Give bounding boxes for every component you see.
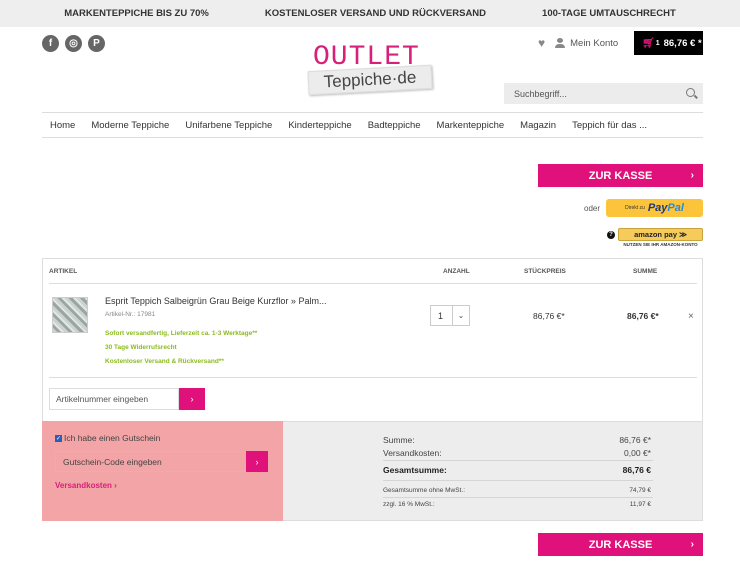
account-link[interactable]: Mein Konto xyxy=(555,38,618,49)
net-total-value: 74,79 € xyxy=(629,487,651,494)
search-placeholder: Suchbegriff... xyxy=(514,88,567,99)
chevron-down-icon: ⌄ xyxy=(452,306,469,325)
nav-home[interactable]: Home xyxy=(42,120,83,131)
product-name[interactable]: Esprit Teppich Salbeigrün Grau Beige Kur… xyxy=(105,296,326,306)
payment-oder: oder xyxy=(584,204,601,213)
article-number-input[interactable]: Artikelnummer eingeben xyxy=(49,388,179,410)
cart-table: ARTIKEL ANZAHL STÜCKPREIS SUMME Esprit T… xyxy=(42,258,703,422)
checkout-label: ZUR KASSE xyxy=(588,538,653,551)
nav-magazin[interactable]: Magazin xyxy=(512,120,564,131)
checkout-button-bottom[interactable]: ZUR KASSE › xyxy=(538,533,703,556)
user-icon xyxy=(555,38,566,48)
coupon-input[interactable]: Gutschein-Code eingeben xyxy=(55,451,247,472)
paypal-button[interactable]: Direkt zu Pay Pal xyxy=(606,199,703,217)
site-logo[interactable]: OUTLET Teppiche·de xyxy=(305,42,435,100)
total-label: Summe: xyxy=(383,435,415,445)
coupon-checkbox-label: Ich habe einen Gutschein xyxy=(64,433,161,443)
totals-section: Summe: 86,76 €* Versandkosten: 0,00 €* G… xyxy=(283,421,703,521)
nav-teppich-fuer-das[interactable]: Teppich für das ... xyxy=(564,120,655,131)
amazon-pay-subtitle: NUTZEN SIE IHR AMAZON-KONTO xyxy=(623,242,698,247)
paypal-pay: Pay xyxy=(647,202,668,214)
nav-unifarbene-teppiche[interactable]: Unifarbene Teppiche xyxy=(177,120,280,131)
shipping-value: 0,00 €* xyxy=(624,448,651,458)
paypal-small-text: Direkt zu xyxy=(625,205,645,211)
chevron-right-icon: › xyxy=(690,539,694,550)
nav-kinderteppiche[interactable]: Kinderteppiche xyxy=(280,120,359,131)
usp-free-shipping: KOSTENLOSER VERSAND UND RÜCKVERSAND xyxy=(264,8,487,19)
paypal-pal: Pal xyxy=(667,202,684,214)
chevron-right-icon: › xyxy=(690,170,694,181)
cart-icon: 🛒︎ xyxy=(642,37,655,49)
checkout-label: ZUR KASSE xyxy=(588,169,653,182)
remove-icon[interactable]: × xyxy=(688,311,694,322)
checkbox-icon: ✓ xyxy=(55,434,62,442)
header-article: ARTIKEL xyxy=(49,268,78,275)
cart-count: 1 xyxy=(655,39,660,47)
chevron-right-icon: › xyxy=(190,394,194,404)
account-area: ♥ Mein Konto xyxy=(538,36,618,50)
vat-label: zzgl. 16 % MwSt.: xyxy=(383,501,435,508)
grand-total-value: 86,76 € xyxy=(622,465,651,475)
coupon-section: ✓ Ich habe einen Gutschein Gutschein-Cod… xyxy=(42,421,283,521)
grand-total-label: Gesamtsumme: xyxy=(383,465,447,475)
header-unit-price: STÜCKPREIS xyxy=(524,268,566,275)
amazon-pay-button[interactable]: amazon pay ≫ xyxy=(618,228,703,241)
vat-value: 11,97 € xyxy=(629,501,651,508)
cart-button[interactable]: 🛒︎ 1 86,76 € * xyxy=(634,31,703,55)
delivery-note: Sofort versandfertig, Lieferzeit ca. 1-3… xyxy=(105,330,258,337)
account-label: Mein Konto xyxy=(570,37,619,49)
divider xyxy=(383,480,653,481)
search-input[interactable]: Suchbegriff... xyxy=(504,83,703,104)
divider xyxy=(383,497,653,498)
net-total-label: Gesamtsumme ohne MwSt.: xyxy=(383,487,465,494)
shipping-label: Versandkosten: xyxy=(383,448,442,458)
coupon-placeholder: Gutschein-Code eingeben xyxy=(63,456,162,467)
unit-price: 86,76 €* xyxy=(533,311,565,321)
nav-badteppiche[interactable]: Badteppiche xyxy=(360,120,429,131)
header-qty: ANZAHL xyxy=(443,268,470,275)
cart-total: 86,76 € * xyxy=(663,37,702,49)
usp-bar: MARKENTEPPICHE BIS ZU 70% KOSTENLOSER VE… xyxy=(0,0,740,27)
instagram-icon[interactable]: ◎ xyxy=(65,35,82,52)
line-sum: 86,76 €* xyxy=(627,311,659,321)
coupon-submit-button[interactable]: › xyxy=(246,451,268,472)
divider xyxy=(49,377,697,378)
divider xyxy=(383,460,653,461)
header-sum: SUMME xyxy=(633,268,658,275)
main-nav: Home Moderne Teppiche Unifarbene Teppich… xyxy=(42,112,703,138)
shipping-costs-link[interactable]: Versandkosten › xyxy=(55,481,117,490)
product-image[interactable] xyxy=(52,297,88,333)
coupon-checkbox[interactable]: ✓ Ich habe einen Gutschein xyxy=(55,433,160,443)
question-icon[interactable]: ? xyxy=(607,231,615,239)
nav-moderne-teppiche[interactable]: Moderne Teppiche xyxy=(83,120,177,131)
quantity-select[interactable]: 1 ⌄ xyxy=(430,305,470,326)
product-number: Artikel-Nr.: 17981 xyxy=(105,311,156,318)
social-links: f ◎ P xyxy=(42,35,105,52)
article-add-button[interactable]: › xyxy=(179,388,205,410)
return-note: 30 Tage Widerrufsrecht xyxy=(105,344,177,351)
facebook-icon[interactable]: f xyxy=(42,35,59,52)
total-value: 86,76 €* xyxy=(619,435,651,445)
usp-discount: MARKENTEPPICHE BIS ZU 70% xyxy=(64,8,209,19)
checkout-button-top[interactable]: ZUR KASSE › xyxy=(538,164,703,187)
chevron-right-icon: › xyxy=(255,456,259,467)
article-number-placeholder: Artikelnummer eingeben xyxy=(56,394,149,404)
search-icon[interactable] xyxy=(686,88,695,97)
quantity-value: 1 xyxy=(438,310,444,321)
nav-markenteppiche[interactable]: Markenteppiche xyxy=(429,120,513,131)
usp-exchange: 100-TAGE UMTAUSCHRECHT xyxy=(542,8,676,19)
pinterest-icon[interactable]: P xyxy=(88,35,105,52)
logo-teppiche: Teppiche·de xyxy=(307,64,433,96)
heart-icon[interactable]: ♥ xyxy=(538,36,545,50)
divider xyxy=(49,283,697,284)
shipping-note: Kostenloser Versand & Rückversand** xyxy=(105,358,224,365)
